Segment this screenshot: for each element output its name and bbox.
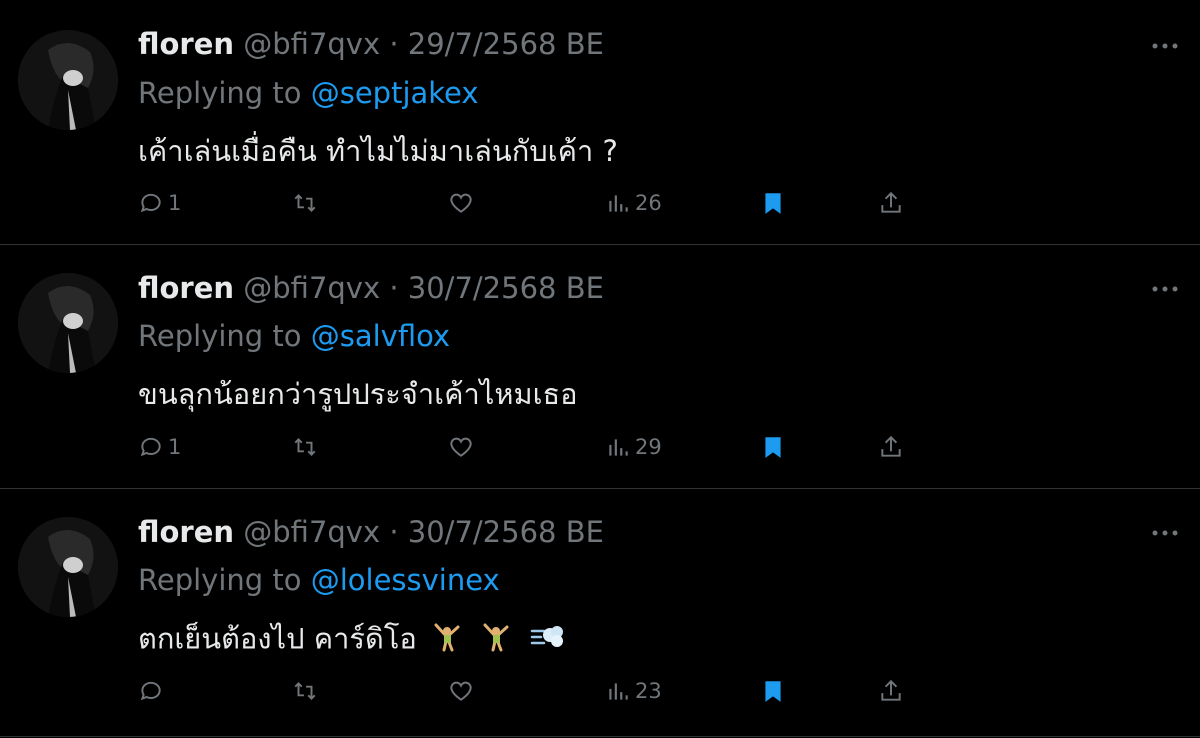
avatar[interactable] <box>18 30 118 130</box>
tweet-date[interactable]: 30/7/2568 BE <box>408 515 604 549</box>
share-button[interactable] <box>878 190 904 216</box>
reply-button[interactable]: 1 <box>138 434 181 460</box>
tweet-2[interactable]: floren @bfi7qvx · 30/7/2568 BE Replying … <box>0 245 1200 489</box>
reply-count: 1 <box>168 435 182 459</box>
separator-dot: · <box>389 27 399 61</box>
like-button[interactable] <box>448 190 474 216</box>
tweet-text-container: ตกเย็นต้องไป คาร์ดิโอ <box>138 619 566 662</box>
share-icon <box>881 191 901 213</box>
divider <box>0 736 1200 737</box>
person-cartwheeling-icon <box>481 619 515 662</box>
reply-button[interactable] <box>138 678 168 704</box>
more-options-icon[interactable] <box>1150 36 1180 56</box>
tweet-text: ตกเย็นต้องไป คาร์ดิโอ <box>138 621 417 656</box>
separator-dot: · <box>389 271 399 305</box>
user-handle[interactable]: @bfi7qvx <box>243 515 380 549</box>
tweet-date[interactable]: 30/7/2568 BE <box>408 271 604 305</box>
person-cartwheeling-icon <box>432 619 466 662</box>
views-button[interactable]: 26 <box>605 190 662 216</box>
replying-to-handle[interactable]: @lolessvinex <box>311 563 500 597</box>
replying-label: Replying to <box>138 563 302 597</box>
avatar[interactable] <box>18 517 118 617</box>
tweet-text: เค้าเล่นเมื่อคืน ทำไมไม่มาเล่นกับเค้า ? <box>138 134 618 168</box>
replying-to-handle[interactable]: @septjakex <box>311 76 479 110</box>
retweet-button[interactable] <box>292 678 318 704</box>
tweet-text: ขนลุกน้อยกว่ารูปประจำเค้าไหมเธอ <box>138 377 578 411</box>
view-count: 23 <box>635 679 662 703</box>
reply-button[interactable]: 1 <box>138 190 181 216</box>
like-button[interactable] <box>448 434 474 460</box>
analytics-icon <box>609 683 628 700</box>
reply-icon <box>140 437 161 457</box>
dashing-away-icon <box>530 619 566 662</box>
avatar[interactable] <box>18 273 118 373</box>
separator-dot: · <box>389 515 399 549</box>
share-button[interactable] <box>878 678 904 704</box>
share-icon <box>881 435 901 457</box>
like-button[interactable] <box>448 678 474 704</box>
retweet-button[interactable] <box>292 434 318 460</box>
user-handle[interactable]: @bfi7qvx <box>243 27 380 61</box>
bookmark-button[interactable] <box>760 434 786 460</box>
retweet-icon <box>294 438 316 456</box>
tweet-3[interactable]: floren @bfi7qvx · 30/7/2568 BE Replying … <box>0 489 1200 738</box>
display-name[interactable]: floren <box>138 271 234 305</box>
retweet-icon <box>294 682 316 700</box>
more-options-icon[interactable] <box>1150 279 1180 299</box>
share-button[interactable] <box>878 434 904 460</box>
more-options-icon[interactable] <box>1150 523 1180 543</box>
tweet-1[interactable]: floren @bfi7qvx · 29/7/2568 BE Replying … <box>0 0 1200 244</box>
display-name[interactable]: floren <box>138 27 234 61</box>
replying-to-handle[interactable]: @salvflox <box>311 319 450 353</box>
bookmark-icon <box>765 437 781 458</box>
reply-count: 1 <box>168 191 182 215</box>
reply-icon <box>140 193 161 213</box>
replying-to: Replying to @septjakex <box>138 75 479 111</box>
views-button[interactable]: 23 <box>605 678 662 704</box>
retweet-icon <box>294 194 316 212</box>
views-button[interactable]: 29 <box>605 434 662 460</box>
bookmark-icon <box>765 681 781 702</box>
retweet-button[interactable] <box>292 190 318 216</box>
replying-label: Replying to <box>138 319 302 353</box>
heart-icon <box>450 681 472 701</box>
analytics-icon <box>609 439 628 456</box>
bookmark-button[interactable] <box>760 678 786 704</box>
reply-icon <box>140 681 161 701</box>
share-icon <box>881 679 901 701</box>
display-name[interactable]: floren <box>138 515 234 549</box>
tweet-date[interactable]: 29/7/2568 BE <box>408 27 604 61</box>
view-count: 26 <box>635 191 662 215</box>
bookmark-button[interactable] <box>760 190 786 216</box>
heart-icon <box>450 193 472 213</box>
replying-label: Replying to <box>138 76 302 110</box>
user-handle[interactable]: @bfi7qvx <box>243 271 380 305</box>
bookmark-icon <box>765 193 781 214</box>
replying-to: Replying to @lolessvinex <box>138 562 500 598</box>
view-count: 29 <box>635 435 662 459</box>
analytics-icon <box>609 195 628 212</box>
replying-to: Replying to @salvflox <box>138 318 450 354</box>
heart-icon <box>450 437 472 457</box>
